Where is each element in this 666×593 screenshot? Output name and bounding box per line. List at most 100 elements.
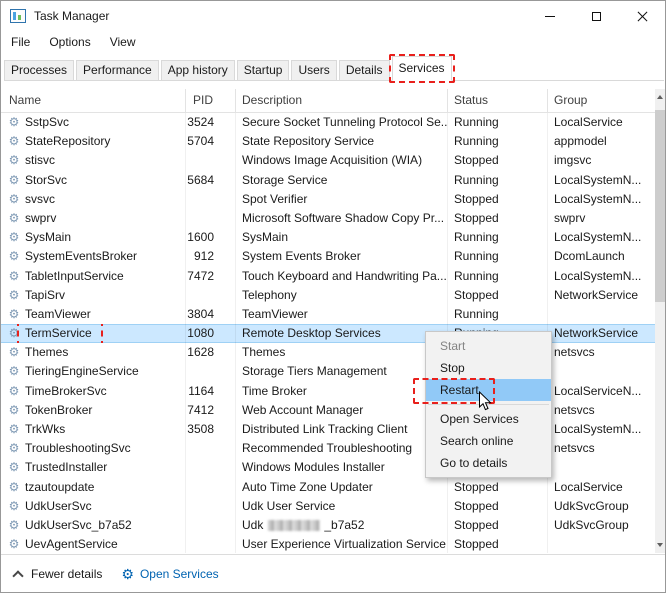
cell-description: TeamViewer	[236, 305, 448, 324]
scroll-down-arrow-icon	[657, 543, 663, 547]
column-header-status[interactable]: Status	[448, 89, 548, 112]
table-row[interactable]: ⚙UdkUserSvcUdk User ServiceStoppedUdkSvc…	[1, 497, 656, 516]
table-row[interactable]: ⚙TermService1080Remote Desktop ServicesR…	[1, 324, 656, 343]
service-name: TimeBrokerSvc	[25, 382, 107, 401]
status-footer: Fewer details ⚙ Open Services	[1, 554, 665, 593]
tab-processes[interactable]: Processes	[4, 60, 74, 81]
service-name: TeamViewer	[25, 305, 91, 324]
menu-item-stop[interactable]: Stop	[426, 357, 551, 379]
cell-status: Running	[448, 228, 548, 247]
tab-strip: Processes PerformanceApp history Startup Us…	[4, 56, 664, 81]
cell-name: ⚙TieringEngineService	[1, 362, 186, 381]
service-gear-icon: ⚙	[7, 362, 21, 381]
cell-pid: 7472	[186, 267, 236, 286]
service-name: StorSvc	[25, 171, 67, 190]
cell-name: ⚙SstpSvc	[1, 113, 186, 132]
table-row[interactable]: ⚙UdkUserSvc_b7a52Udk_b7a52StoppedUdkSvcG…	[1, 516, 656, 535]
table-row[interactable]: ⚙stisvcWindows Image Acquisition (WIA)St…	[1, 151, 656, 170]
tab-users[interactable]: Users	[291, 60, 336, 81]
menu-item-label: Open Services	[440, 412, 519, 426]
cell-name: ⚙UevAgentService	[1, 535, 186, 553]
cell-name: ⚙svsvc	[1, 190, 186, 209]
service-name: TermService	[25, 324, 92, 343]
cell-pid: 5704	[186, 132, 236, 151]
column-header-name[interactable]: Name	[1, 89, 186, 112]
cell-status: Running	[448, 132, 548, 151]
table-row[interactable]: ⚙TokenBroker7412Web Account Managernetsv…	[1, 401, 656, 420]
table-row[interactable]: ⚙TroubleshootingSvcRecommended Troublesh…	[1, 439, 656, 458]
cell-group: NetworkService	[548, 286, 655, 305]
fewer-details-button[interactable]: Fewer details	[14, 567, 102, 581]
cell-pid	[186, 439, 236, 458]
tab-startup[interactable]: Startup	[237, 60, 290, 81]
service-gear-icon: ⚙	[7, 343, 21, 362]
cell-name: ⚙SystemEventsBroker	[1, 247, 186, 266]
column-header-group[interactable]: Group	[548, 89, 656, 112]
table-row[interactable]: ⚙UevAgentServiceUser Experience Virtuali…	[1, 535, 656, 553]
table-row[interactable]: ⚙TabletInputService7472Touch Keyboard an…	[1, 267, 656, 286]
table-row[interactable]: ⚙SysMain1600SysMainRunningLocalSystemN..…	[1, 228, 656, 247]
cell-description: Udk User Service	[236, 497, 448, 516]
tab-label: Processes	[11, 63, 67, 77]
open-services-link[interactable]: ⚙ Open Services	[121, 566, 218, 583]
column-header-description[interactable]: Description	[236, 89, 448, 112]
window-controls	[527, 1, 665, 31]
menu-bar: File Options View	[1, 31, 665, 54]
table-row[interactable]: ⚙swprvMicrosoft Software Shadow Copy Pr.…	[1, 209, 656, 228]
table-row[interactable]: ⚙TrustedInstallerWindows Modules Install…	[1, 458, 656, 477]
tab-label: Details	[346, 63, 383, 77]
tab-performance[interactable]: Performance	[76, 60, 159, 81]
tab-details[interactable]: Details	[339, 60, 390, 81]
cell-name: ⚙TeamViewer	[1, 305, 186, 324]
service-gear-icon: ⚙	[7, 382, 21, 401]
table-row[interactable]: ⚙SystemEventsBroker912System Events Brok…	[1, 247, 656, 266]
table-row[interactable]: ⚙tzautoupdateAuto Time Zone UpdaterStopp…	[1, 478, 656, 497]
cell-group: UdkSvcGroup	[548, 497, 655, 516]
table-row[interactable]: ⚙TapiSrvTelephonyStoppedNetworkService	[1, 286, 656, 305]
menu-item-open-services[interactable]: Open Services	[426, 408, 551, 430]
close-button[interactable]	[619, 1, 665, 31]
table-row[interactable]: ⚙TieringEngineServiceStorage Tiers Manag…	[1, 362, 656, 381]
menu-view[interactable]: View	[110, 31, 136, 54]
table-row[interactable]: ⚙StateRepository5704State Repository Ser…	[1, 132, 656, 151]
table-row[interactable]: ⚙Themes1628Themesnetsvcs	[1, 343, 656, 362]
service-gear-icon: ⚙	[7, 113, 21, 132]
cell-name: ⚙tzautoupdate	[1, 478, 186, 497]
tab-app-history[interactable]: App history	[161, 60, 235, 81]
table-row[interactable]: ⚙svsvcSpot VerifierStoppedLocalSystemN..…	[1, 190, 656, 209]
description-prefix: Udk	[242, 518, 263, 532]
menu-item-restart[interactable]: Restart	[426, 379, 551, 401]
cell-group: NetworkService	[548, 324, 655, 343]
cell-description: SysMain	[236, 228, 448, 247]
tab-label: Startup	[244, 63, 283, 77]
cell-pid: 1080	[186, 324, 236, 343]
menu-item-go-to-details[interactable]: Go to details	[426, 452, 551, 474]
service-name: stisvc	[25, 151, 55, 170]
menu-options[interactable]: Options	[49, 31, 90, 54]
table-row[interactable]: ⚙TeamViewer3804TeamViewerRunning	[1, 305, 656, 324]
table-row[interactable]: ⚙StorSvc5684Storage ServiceRunningLocalS…	[1, 171, 656, 190]
service-name: tzautoupdate	[25, 478, 94, 497]
cell-group: UdkSvcGroup	[548, 516, 655, 535]
cell-group: LocalService	[548, 113, 655, 132]
cell-description: Storage Service	[236, 171, 448, 190]
table-row[interactable]: ⚙TrkWks3508Distributed Link Tracking Cli…	[1, 420, 656, 439]
cell-group: appmodel	[548, 132, 655, 151]
tab-label: Users	[298, 63, 329, 77]
table-row[interactable]: ⚙TimeBrokerSvc1164Time BrokerLocalServic…	[1, 382, 656, 401]
cell-name: ⚙swprv	[1, 209, 186, 228]
service-gear-icon: ⚙	[7, 516, 21, 535]
cell-status: Running	[448, 171, 548, 190]
cell-name: ⚙stisvc	[1, 151, 186, 170]
tab-services[interactable]: Services	[392, 56, 452, 81]
vertical-scrollbar[interactable]	[655, 89, 665, 553]
menu-item-search-online[interactable]: Search online	[426, 430, 551, 452]
scroll-down-button[interactable]	[655, 537, 665, 553]
maximize-button[interactable]	[573, 1, 619, 31]
scrollbar-thumb[interactable]	[655, 110, 665, 302]
table-row[interactable]: ⚙SstpSvc3524Secure Socket Tunneling Prot…	[1, 113, 656, 132]
scroll-up-button[interactable]	[655, 89, 665, 105]
minimize-button[interactable]	[527, 1, 573, 31]
column-header-pid[interactable]: PID	[186, 89, 236, 112]
menu-file[interactable]: File	[11, 31, 30, 54]
